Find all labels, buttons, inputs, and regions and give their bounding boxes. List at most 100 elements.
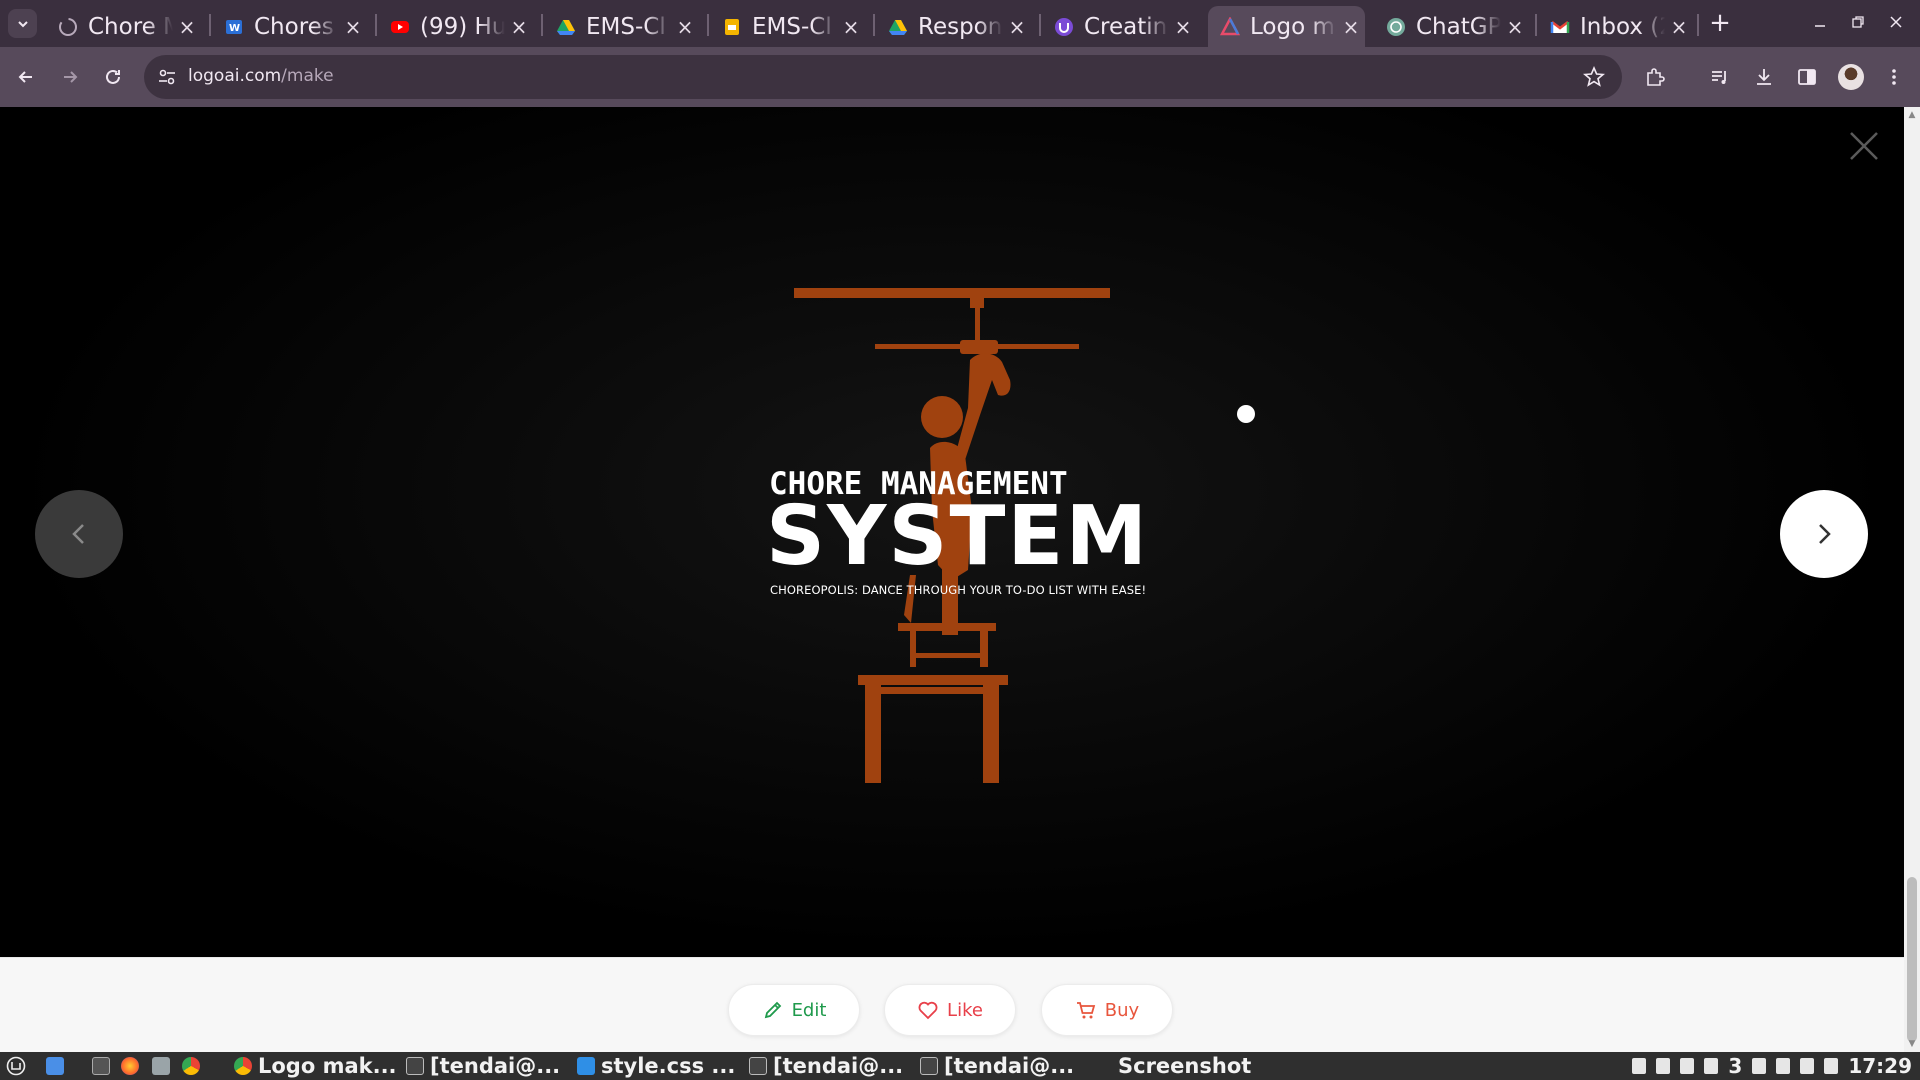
- restore-icon[interactable]: [1843, 10, 1873, 38]
- reload-icon: [106, 69, 120, 84]
- chrome-icon[interactable]: [182, 1054, 200, 1078]
- chatgpt-icon: [1386, 17, 1406, 37]
- tab-title: Creating: [1084, 13, 1169, 40]
- close-icon[interactable]: [1848, 130, 1880, 162]
- edit-button[interactable]: Edit: [728, 984, 860, 1036]
- logo-tagline: CHOREOPOLIS: DANCE THROUGH YOUR TO-DO LI…: [770, 583, 1147, 597]
- tab-chores[interactable]: W Chores ×: [212, 6, 367, 47]
- tab-close-icon[interactable]: ×: [505, 15, 533, 39]
- scroll-down-icon[interactable]: ▼: [1907, 1039, 1917, 1049]
- tab-separator: [1039, 14, 1041, 36]
- edit-label: Edit: [791, 999, 827, 1021]
- tab-ems-drive[interactable]: EMS-Cl ×: [544, 6, 699, 47]
- tab-chatgpt[interactable]: ChatGPT ×: [1374, 6, 1529, 47]
- tab-title: Chore Management System: [88, 13, 173, 40]
- url-domain: logoai.com: [188, 66, 282, 86]
- taskbar-window-logo-maker[interactable]: Logo mak...: [234, 1054, 397, 1078]
- taskbar-window-label: style.css ...: [601, 1054, 736, 1078]
- next-logo-button[interactable]: [1780, 490, 1868, 578]
- url-text[interactable]: logoai.com/make: [188, 66, 334, 86]
- tab-search-button[interactable]: [8, 9, 37, 38]
- like-button[interactable]: Like: [884, 984, 1016, 1036]
- terminal-icon: [920, 1057, 938, 1075]
- taskbar-window-label: [tendai@...: [430, 1054, 561, 1078]
- tab-close-icon[interactable]: ×: [173, 15, 201, 39]
- youtube-icon: [390, 17, 410, 37]
- firefox-icon[interactable]: [121, 1054, 139, 1078]
- tab-logo-maker[interactable]: Logo maker ×: [1208, 6, 1365, 47]
- terminal-icon: [749, 1057, 767, 1075]
- page-scrollbar[interactable]: ▲ ▼: [1904, 107, 1920, 1052]
- tab-separator: [1697, 14, 1699, 36]
- user-icon[interactable]: [1752, 1058, 1767, 1074]
- media-control-icon[interactable]: [1706, 63, 1734, 91]
- tab-title: Chores: [254, 13, 334, 40]
- chrome-icon: [234, 1057, 252, 1075]
- taskbar-window-terminal-2[interactable]: [tendai@...: [749, 1054, 903, 1078]
- wifi-icon[interactable]: [1776, 1058, 1791, 1074]
- tab-close-icon[interactable]: ×: [339, 15, 367, 39]
- url-path: /make: [281, 66, 334, 86]
- battery-icon[interactable]: [1824, 1058, 1839, 1074]
- os-taskbar: Logo mak... [tendai@... style.css ... [t…: [0, 1052, 1920, 1080]
- files-icon[interactable]: [152, 1054, 170, 1078]
- menu-kebab-icon[interactable]: [1880, 63, 1908, 91]
- tab-chore-management[interactable]: Chore Management System ×: [46, 6, 201, 47]
- bluetooth-icon[interactable]: [1632, 1058, 1647, 1074]
- tab-creating[interactable]: Creating ×: [1042, 6, 1197, 47]
- tab-close-icon[interactable]: ×: [671, 15, 699, 39]
- system-tray: 3 17:29: [1632, 1054, 1912, 1078]
- show-desktop-icon[interactable]: [46, 1054, 64, 1078]
- notifications-icon[interactable]: [1704, 1058, 1719, 1074]
- terminal-launcher-icon[interactable]: [92, 1054, 110, 1078]
- volume-icon[interactable]: [1800, 1058, 1815, 1074]
- cursor-dot: [1237, 405, 1255, 423]
- taskbar-window-vscode[interactable]: style.css ...: [577, 1054, 735, 1078]
- forward-button[interactable]: [54, 61, 86, 93]
- buy-button[interactable]: Buy: [1041, 984, 1173, 1036]
- address-bar[interactable]: logoai.com/make: [144, 55, 1622, 99]
- tab-close-icon[interactable]: ×: [1337, 15, 1365, 39]
- tab-close-icon[interactable]: ×: [1003, 15, 1031, 39]
- reload-button[interactable]: [97, 61, 129, 93]
- clipboard-icon[interactable]: [1656, 1058, 1671, 1074]
- tray-count: 3: [1728, 1054, 1743, 1078]
- taskbar-window-terminal-3[interactable]: [tendai@...: [920, 1054, 1074, 1078]
- tab-title: (99) Hunt: [420, 13, 505, 40]
- tab-close-icon[interactable]: ×: [1665, 15, 1693, 39]
- side-panel-icon[interactable]: [1793, 63, 1821, 91]
- download-icon[interactable]: [1750, 63, 1778, 91]
- vscode-icon: [577, 1057, 595, 1075]
- logo-action-bar: Edit Like Buy: [0, 957, 1904, 1052]
- tab-youtube[interactable]: (99) Hunt ×: [378, 6, 533, 47]
- taskbar-window-screenshot[interactable]: Screenshot: [1118, 1054, 1251, 1078]
- tab-inbox[interactable]: Inbox (2 ×: [1538, 6, 1693, 47]
- tab-strip: Chore Management System × W Chores × (99…: [0, 0, 1920, 47]
- minimize-icon[interactable]: [1805, 10, 1835, 38]
- taskbar-window-terminal-1[interactable]: [tendai@...: [406, 1054, 560, 1078]
- tab-close-icon[interactable]: ×: [837, 15, 865, 39]
- tab-separator: [209, 14, 211, 36]
- extensions-icon[interactable]: [1641, 63, 1669, 91]
- previous-logo-button[interactable]: [35, 490, 123, 578]
- close-window-icon[interactable]: [1881, 10, 1911, 38]
- bookmark-star-icon[interactable]: [1582, 65, 1606, 89]
- shield-icon[interactable]: [1680, 1058, 1695, 1074]
- tab-separator: [375, 14, 377, 36]
- tab-ems-slides[interactable]: EMS-Cl ×: [710, 6, 865, 47]
- new-tab-button[interactable]: +: [1706, 10, 1734, 38]
- tab-close-icon[interactable]: ×: [1169, 15, 1197, 39]
- tab-title: Responses: [918, 13, 1003, 40]
- profile-avatar[interactable]: [1838, 64, 1864, 90]
- tab-responses[interactable]: Responses ×: [876, 6, 1031, 47]
- back-button[interactable]: [10, 61, 42, 93]
- tab-separator: [1535, 14, 1537, 36]
- scrollbar-thumb[interactable]: [1907, 877, 1917, 1042]
- start-menu-icon[interactable]: [6, 1054, 26, 1078]
- taskbar-window-label: Logo mak...: [258, 1054, 397, 1078]
- tab-title: Inbox (2: [1580, 13, 1665, 40]
- tab-close-icon[interactable]: ×: [1501, 15, 1529, 39]
- scroll-up-icon[interactable]: ▲: [1907, 110, 1917, 120]
- site-settings-icon[interactable]: [156, 66, 178, 88]
- clock[interactable]: 17:29: [1848, 1054, 1912, 1078]
